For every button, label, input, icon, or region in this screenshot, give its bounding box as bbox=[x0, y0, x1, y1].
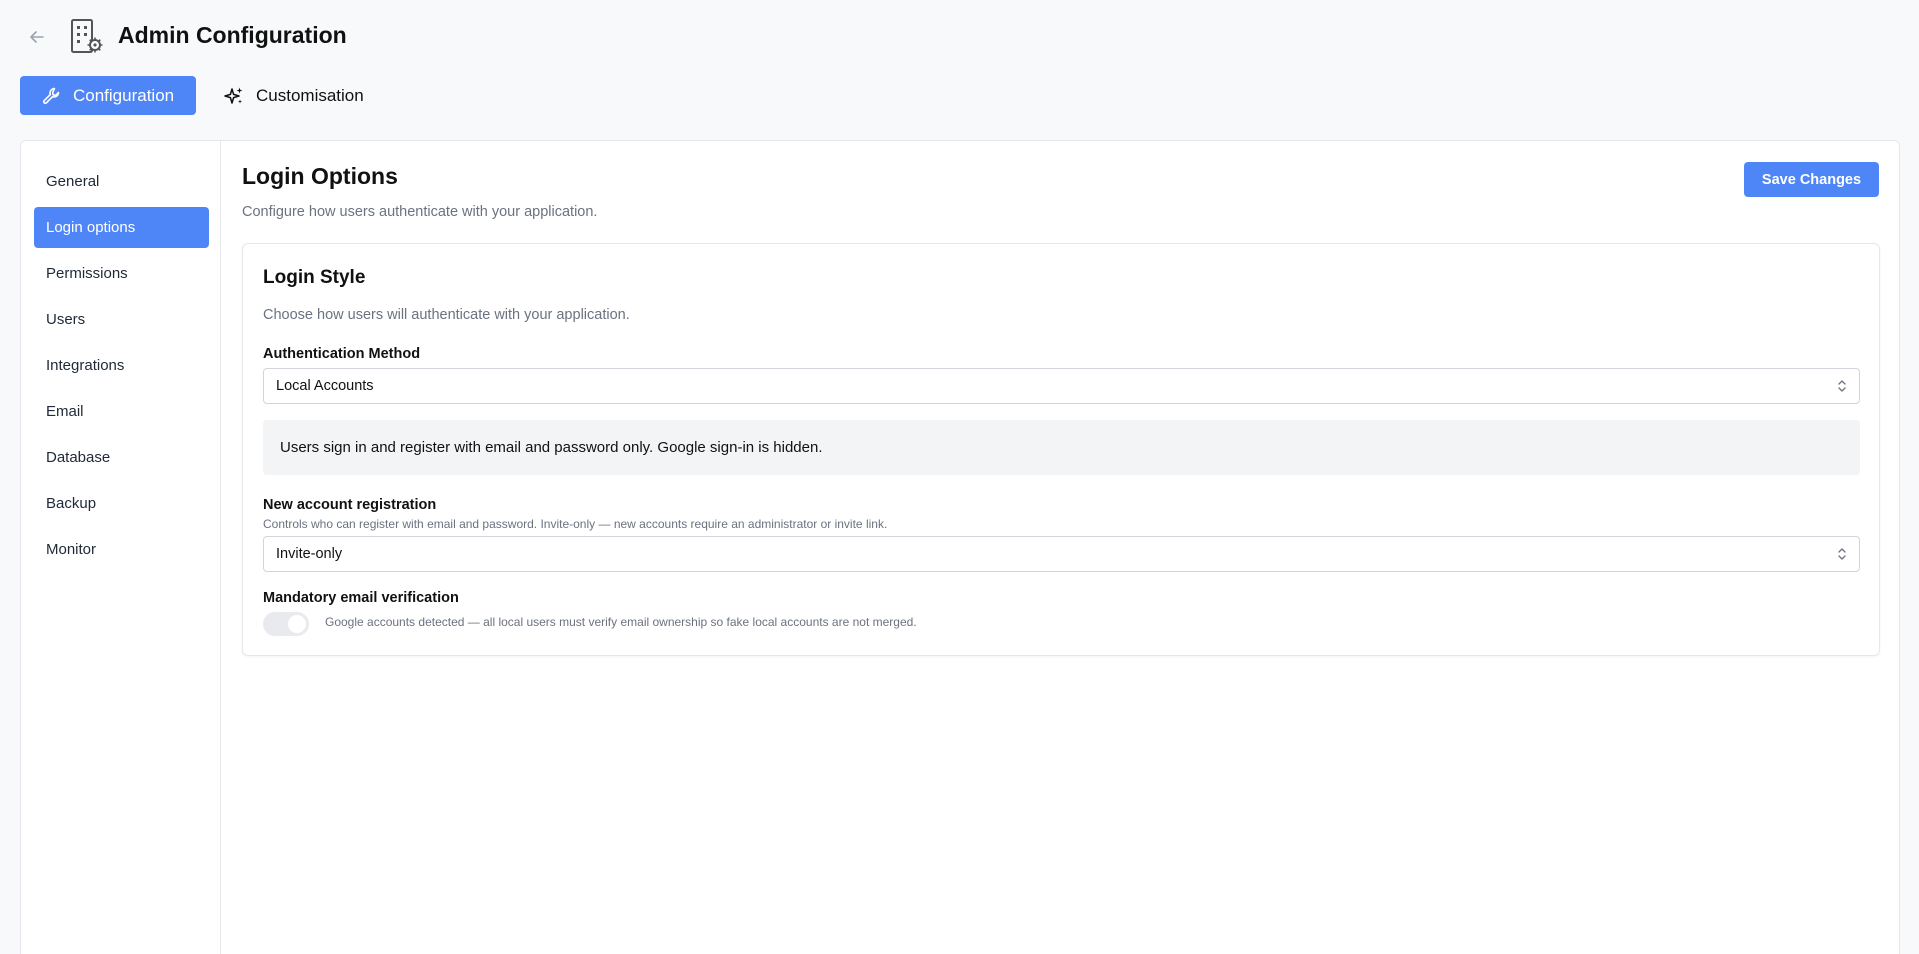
registration-help: Controls who can register with email and… bbox=[263, 517, 888, 531]
verification-help: Google accounts detected — all local use… bbox=[325, 615, 917, 629]
back-button[interactable] bbox=[24, 24, 50, 50]
registration-value: Invite-only bbox=[276, 546, 343, 562]
card-subtitle: Choose how users will authenticate with … bbox=[263, 307, 630, 323]
sidebar-item-email[interactable]: Email bbox=[34, 391, 209, 432]
section-subtitle: Configure how users authenticate with yo… bbox=[242, 204, 598, 220]
tab-configuration[interactable]: Configuration bbox=[20, 76, 196, 115]
sidebar-item-login-options[interactable]: Login options bbox=[34, 207, 209, 248]
verification-label: Mandatory email verification bbox=[263, 590, 459, 606]
arrow-left-icon bbox=[30, 31, 44, 43]
building-gear-icon bbox=[70, 18, 104, 54]
tab-customisation-label: Customisation bbox=[256, 85, 364, 105]
sidebar-item-database[interactable]: Database bbox=[34, 437, 209, 478]
auth-method-value: Local Accounts bbox=[276, 378, 374, 394]
auth-info-box: Users sign in and register with email an… bbox=[263, 420, 1860, 475]
settings-panel: General Login options Permissions Users … bbox=[20, 140, 1900, 954]
email-verification-toggle[interactable] bbox=[263, 612, 309, 636]
wrench-icon bbox=[42, 87, 60, 104]
chevron-up-down-icon bbox=[1838, 548, 1846, 560]
section-title: Login Options bbox=[242, 163, 398, 189]
tab-customisation[interactable]: Customisation bbox=[216, 76, 384, 115]
header: Admin Configuration bbox=[0, 0, 1919, 72]
sidebar-item-monitor[interactable]: Monitor bbox=[34, 529, 209, 570]
tab-configuration-label: Configuration bbox=[73, 85, 175, 105]
sidebar-item-integrations[interactable]: Integrations bbox=[34, 345, 209, 386]
sidebar: General Login options Permissions Users … bbox=[21, 141, 221, 954]
registration-label: New account registration bbox=[263, 497, 437, 513]
registration-select[interactable]: Invite-only bbox=[263, 536, 1860, 572]
login-style-card: Login Style Choose how users will authen… bbox=[242, 243, 1880, 656]
chevron-up-down-icon bbox=[1838, 380, 1846, 392]
auth-method-label: Authentication Method bbox=[263, 346, 421, 362]
auth-method-select[interactable]: Local Accounts bbox=[263, 368, 1860, 404]
sparkles-icon bbox=[224, 87, 243, 104]
sidebar-item-backup[interactable]: Backup bbox=[34, 483, 209, 524]
sidebar-item-users[interactable]: Users bbox=[34, 299, 209, 340]
sidebar-item-permissions[interactable]: Permissions bbox=[34, 253, 209, 294]
card-title: Login Style bbox=[263, 267, 366, 288]
save-changes-button[interactable]: Save Changes bbox=[1744, 162, 1879, 197]
page-title: Admin Configuration bbox=[118, 22, 347, 48]
sidebar-item-general[interactable]: General bbox=[34, 161, 209, 202]
top-tabs: Configuration Customisation bbox=[20, 76, 384, 115]
toggle-knob bbox=[288, 615, 306, 633]
